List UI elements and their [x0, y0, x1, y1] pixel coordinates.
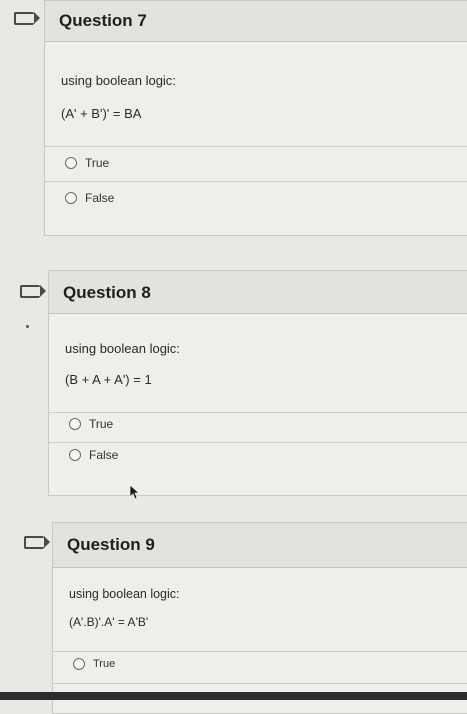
question-8-option-false[interactable]: False	[69, 448, 118, 462]
question-7-title: Question 7	[59, 11, 147, 30]
question-7-card: Question 7 using boolean logic: (A' + B'…	[44, 0, 467, 236]
question-9-option-true[interactable]: True	[73, 658, 115, 670]
option-label: True	[85, 156, 110, 170]
radio-button[interactable]	[65, 192, 77, 204]
question-8-card: Question 8 using boolean logic: (B + A +…	[48, 270, 467, 496]
divider	[49, 412, 467, 413]
question-8-prompt: using boolean logic:	[65, 341, 180, 356]
question-8-option-true[interactable]: True	[69, 417, 113, 431]
question-7-header: Question 7	[45, 1, 467, 42]
screen-speck	[26, 325, 29, 328]
bookmark-flag-icon[interactable]	[14, 12, 40, 25]
option-label: True	[89, 417, 114, 431]
divider	[53, 683, 467, 684]
question-8-title: Question 8	[63, 283, 151, 302]
radio-button[interactable]	[65, 157, 77, 169]
question-8-expression: (B + A + A') = 1	[65, 372, 152, 387]
question-9-card: Question 9 using boolean logic: (A'.B)'.…	[52, 522, 467, 714]
option-label: True	[93, 658, 116, 670]
divider	[53, 651, 467, 652]
screen-bottom-bezel	[0, 692, 467, 700]
bookmark-flag-icon[interactable]	[20, 285, 46, 298]
question-9-expression: (A'.B)'.A' = A'B'	[69, 615, 149, 629]
option-label: False	[89, 448, 119, 462]
question-9-prompt: using boolean logic:	[69, 587, 180, 601]
option-label: False	[85, 191, 115, 205]
divider	[45, 181, 467, 182]
divider	[49, 442, 467, 443]
question-8-header: Question 8	[49, 271, 467, 314]
radio-button[interactable]	[73, 658, 85, 670]
question-7-prompt: using boolean logic:	[61, 73, 176, 88]
radio-button[interactable]	[69, 449, 81, 461]
mouse-cursor-icon	[129, 484, 140, 500]
radio-button[interactable]	[69, 418, 81, 430]
bookmark-flag-icon[interactable]	[24, 536, 50, 549]
question-7-option-true[interactable]: True	[65, 156, 109, 170]
question-7-expression: (A' + B')' = BA	[61, 106, 142, 121]
divider	[45, 146, 467, 147]
question-9-title: Question 9	[67, 535, 155, 554]
question-7-option-false[interactable]: False	[65, 191, 114, 205]
question-9-header: Question 9	[53, 523, 467, 568]
